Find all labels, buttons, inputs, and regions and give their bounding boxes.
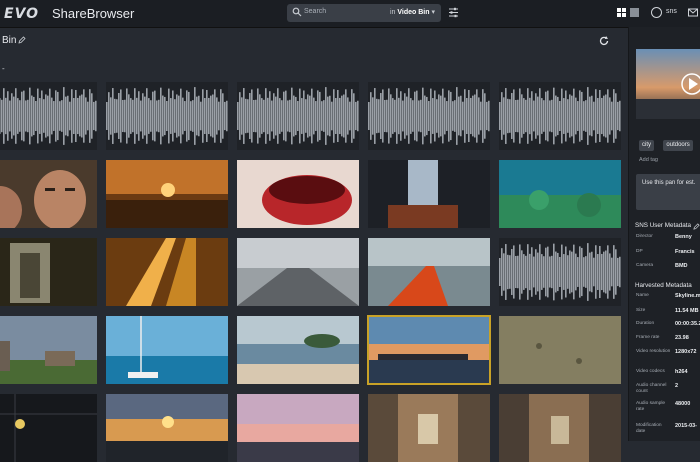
video-thumbnail[interactable] <box>0 316 97 384</box>
video-thumbnail[interactable] <box>367 315 491 385</box>
metadata-label: Modification date <box>636 423 662 434</box>
audio-thumbnail[interactable] <box>499 82 621 150</box>
metadata-value: 11.54 MB <box>675 308 699 314</box>
metadata-label: Name <box>636 293 649 298</box>
user-menu[interactable]: sns <box>666 8 677 15</box>
video-thumbnail[interactable] <box>368 394 490 462</box>
video-thumbnail[interactable] <box>368 238 490 306</box>
bin-subtitle: - <box>2 64 5 73</box>
top-bar: EVO ShareBrowser Search in Video Bin ▾ s… <box>0 0 700 28</box>
metadata-label: Audio sample rate <box>636 401 666 412</box>
user-avatar-icon[interactable] <box>651 7 662 18</box>
metadata-label: DP <box>636 248 643 254</box>
search-bar[interactable]: Search in Video Bin ▾ <box>287 4 441 22</box>
video-thumbnail[interactable] <box>237 160 359 228</box>
video-thumbnail[interactable] <box>237 238 359 306</box>
chevron-down-icon: ▾ <box>431 9 435 16</box>
tile-view-icon[interactable] <box>630 8 639 17</box>
metadata-value: Benny <box>675 234 692 240</box>
tag-chip[interactable]: city <box>639 140 654 151</box>
search-scope-prefix: in <box>389 9 396 16</box>
notes-field[interactable]: Use this pan for est. <box>636 174 700 210</box>
metadata-value: BMD <box>675 263 688 269</box>
metadata-value: 2015-03- <box>675 423 698 429</box>
filter-sliders-icon[interactable] <box>448 7 459 18</box>
tag-chip[interactable]: outdoors <box>663 140 693 151</box>
video-thumbnail[interactable] <box>106 316 228 384</box>
metadata-value: 23.98 <box>675 335 689 341</box>
audio-thumbnail[interactable] <box>237 82 359 150</box>
app-name: ShareBrowser <box>52 6 135 21</box>
notes-text: Use this pan for est. <box>642 180 696 186</box>
bin-title: Bin <box>2 35 17 46</box>
metadata-value: Francis <box>675 248 695 255</box>
search-input[interactable]: Search <box>304 8 326 15</box>
video-thumbnail[interactable] <box>0 394 97 462</box>
pencil-icon[interactable] <box>693 223 700 230</box>
metadata-label: Frame rate <box>636 335 660 340</box>
pencil-icon[interactable] <box>18 36 26 44</box>
metadata-value: Skyline.m <box>675 293 700 299</box>
metadata-value: 48000 <box>675 401 691 407</box>
mail-icon[interactable] <box>688 8 698 17</box>
video-thumbnail[interactable] <box>499 394 621 462</box>
sns-metadata-title: SNS User Metadata <box>635 222 691 229</box>
grid-view-icon[interactable] <box>617 8 626 17</box>
metadata-label: Audio channel count <box>636 383 667 394</box>
audio-thumbnail[interactable] <box>0 82 97 150</box>
metadata-label: Camera <box>636 263 654 268</box>
video-thumbnail[interactable] <box>368 160 490 228</box>
video-thumbnail[interactable] <box>106 394 228 462</box>
audio-thumbnail[interactable] <box>368 82 490 150</box>
search-icon <box>292 7 302 17</box>
metadata-label: Size <box>636 308 646 313</box>
metadata-value: h264 <box>675 369 688 375</box>
audio-thumbnail[interactable] <box>106 82 228 150</box>
inspector-panel: cityoutdoorsm Add tag Use this pan for e… <box>628 27 700 441</box>
video-thumbnail[interactable] <box>106 160 228 228</box>
harvested-metadata-title: Harvested Metadata <box>635 282 692 289</box>
metadata-label: Video resolution <box>636 349 671 354</box>
metadata-label: Duration <box>636 321 655 326</box>
metadata-value: 1280x72 <box>675 349 697 355</box>
add-tag-input[interactable]: Add tag <box>639 157 658 163</box>
video-thumbnail[interactable] <box>237 316 359 384</box>
video-thumbnail[interactable] <box>0 238 97 306</box>
evo-logo[interactable]: EVO <box>4 6 39 22</box>
metadata-value: 00:00:35.2 <box>675 321 700 327</box>
metadata-value: 2 <box>675 383 679 389</box>
search-scope-dropdown[interactable]: in Video Bin ▾ <box>390 8 435 16</box>
refresh-icon[interactable] <box>598 35 610 47</box>
video-thumbnail[interactable] <box>106 238 228 306</box>
metadata-label: Director <box>636 234 653 239</box>
audio-thumbnail[interactable] <box>499 238 621 306</box>
video-thumbnail[interactable] <box>499 160 621 228</box>
video-thumbnail[interactable] <box>237 394 359 462</box>
video-thumbnail[interactable] <box>0 160 97 228</box>
metadata-label: Video codecs <box>636 369 665 374</box>
search-scope-value: Video Bin <box>397 9 430 16</box>
video-preview[interactable] <box>636 49 700 119</box>
video-thumbnail[interactable] <box>499 316 621 384</box>
